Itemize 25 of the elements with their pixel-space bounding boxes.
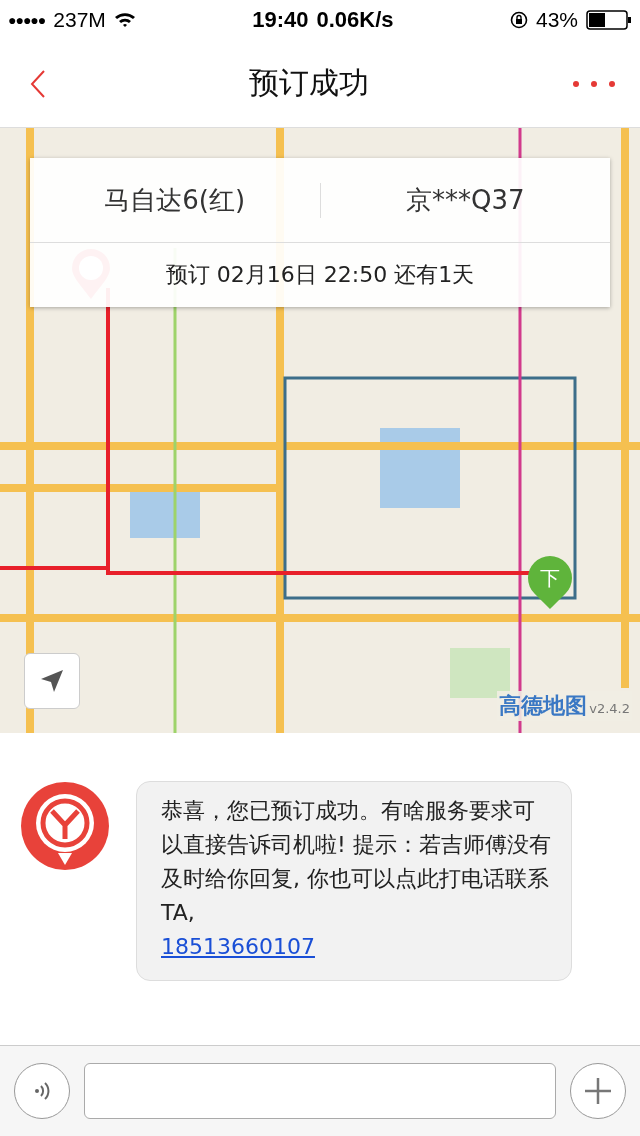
message-input[interactable] — [84, 1063, 556, 1119]
signal-strength: ●●●●● — [8, 12, 46, 28]
carrier-text: 237M — [53, 8, 106, 32]
back-chevron-icon — [30, 68, 46, 99]
add-button[interactable] — [570, 1063, 626, 1119]
voice-icon — [32, 1081, 52, 1101]
battery-icon — [586, 10, 632, 30]
clock-time: 19:40 — [252, 7, 309, 33]
license-plate: 京***Q37 — [404, 183, 526, 217]
car-model: 马自达6(红) — [30, 182, 321, 218]
locate-button[interactable] — [24, 653, 80, 709]
battery-percent: 43% — [535, 8, 578, 32]
map-version: v2.4.2 — [589, 701, 630, 716]
message-text: 恭喜，您已预订成功。有啥服务要求可以直接告诉司机啦! 提示：若吉师傅没有及时给你回复, 你也可以点此打电话联系TA, 18513660107 — [161, 797, 552, 961]
more-dots-icon — [572, 79, 616, 88]
page-title: 预订成功 — [249, 64, 369, 102]
wifi-icon — [113, 12, 136, 28]
phone-link[interactable]: 18513660107 — [161, 934, 315, 959]
rotation-lock-icon — [509, 11, 528, 29]
map-logo: 高德地图 — [499, 692, 588, 720]
location-arrow-icon — [39, 668, 65, 694]
plus-icon — [583, 1076, 613, 1106]
booking-time: 预订 02月16日 22:50 还有1天 — [165, 261, 475, 289]
network-speed: 0.06K/s — [316, 7, 394, 33]
voice-button[interactable] — [14, 1063, 70, 1119]
